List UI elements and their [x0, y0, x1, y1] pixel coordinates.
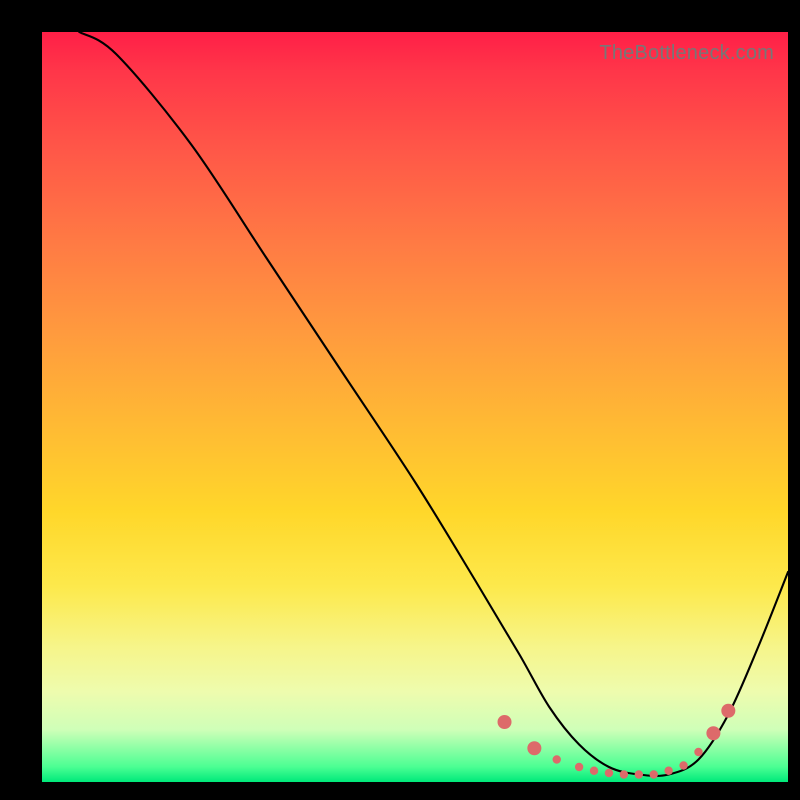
highlight-dot: [498, 715, 512, 729]
highlight-dot: [605, 769, 613, 777]
highlight-dot: [527, 741, 541, 755]
highlight-dots-group: [498, 704, 736, 779]
highlight-dot: [635, 770, 643, 778]
chart-svg: [42, 32, 788, 782]
highlight-dot: [553, 755, 561, 763]
curve-line: [79, 32, 788, 776]
highlight-dot: [664, 767, 672, 775]
highlight-dot: [575, 763, 583, 771]
highlight-dot: [620, 770, 628, 778]
highlight-dot: [694, 748, 702, 756]
highlight-dot: [679, 761, 687, 769]
chart-plot-area: TheBottleneck.com: [42, 32, 788, 782]
highlight-dot: [721, 704, 735, 718]
highlight-dot: [590, 767, 598, 775]
highlight-dot: [706, 726, 720, 740]
highlight-dot: [650, 770, 658, 778]
